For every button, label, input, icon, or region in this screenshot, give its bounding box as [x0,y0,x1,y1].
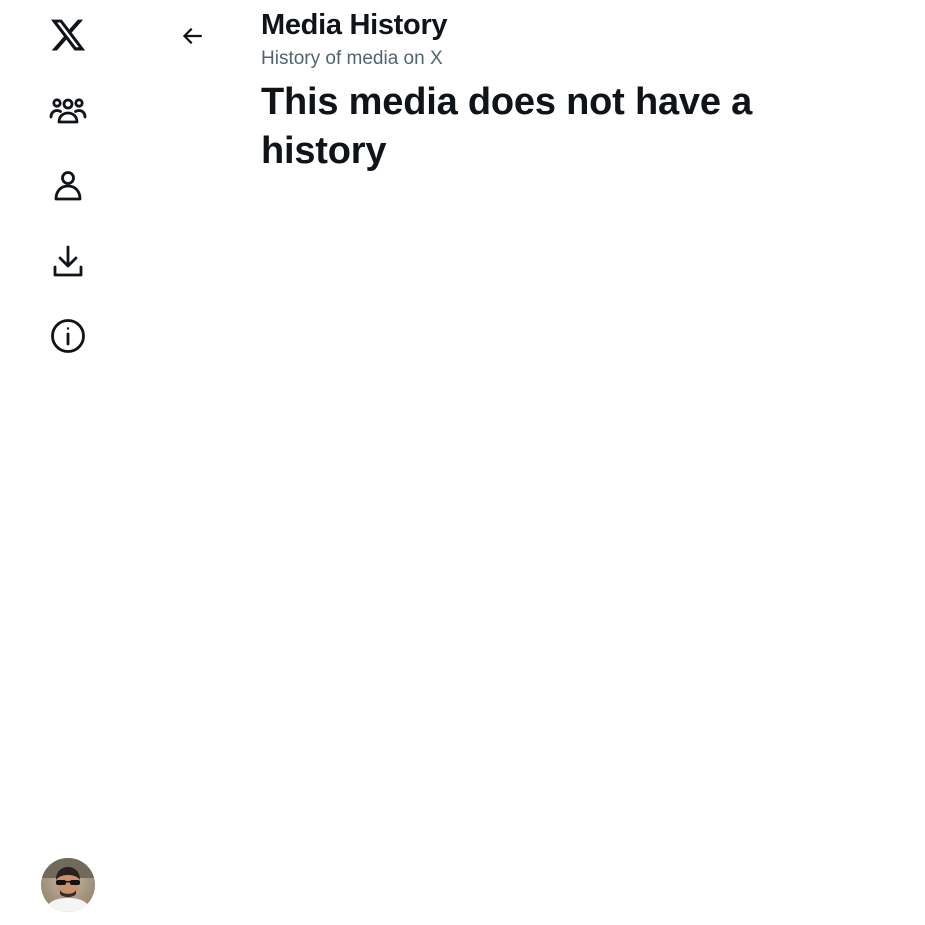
x-logo-link[interactable] [44,11,92,59]
user-avatar[interactable] [41,858,95,912]
info-icon [48,316,88,356]
page-subtitle: History of media on X [261,48,443,69]
profile-icon [48,165,88,205]
download-icon [48,241,88,281]
app: Media History History of media on X This… [0,0,925,925]
sidebar-item-communities[interactable] [44,86,92,134]
communities-icon [48,90,88,130]
sidebar-item-info[interactable] [44,312,92,360]
arrow-left-icon [179,23,205,54]
back-button[interactable] [170,18,214,58]
sidebar-item-profile[interactable] [44,161,92,209]
x-logo-icon [49,16,87,54]
page-title: Media History [261,9,448,41]
sidebar [0,0,136,925]
sidebar-item-download[interactable] [44,237,92,285]
empty-state-message: This media does not have a history [261,81,753,172]
